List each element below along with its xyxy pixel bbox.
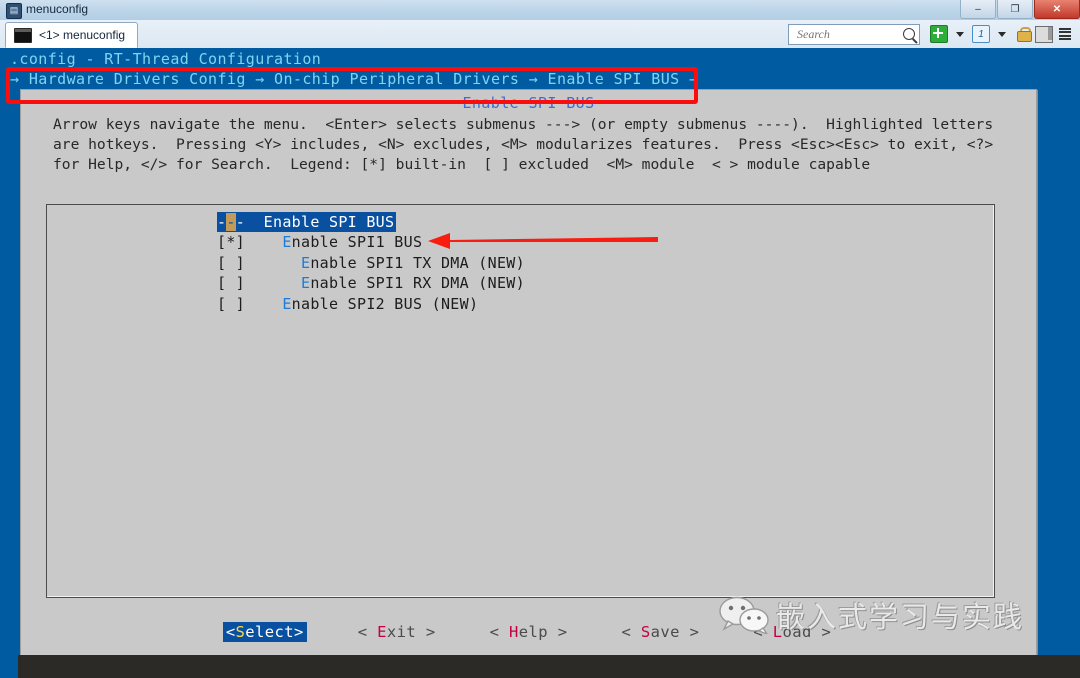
item-label: nable SPI1 BUS: [291, 233, 423, 252]
search-icon: [903, 28, 915, 40]
button-hotkey: H: [509, 623, 519, 641]
button-hotkey: S: [235, 623, 246, 641]
panel-toggle-icon: [1035, 25, 1053, 43]
close-button[interactable]: ✕: [1034, 0, 1080, 19]
menu-item[interactable]: [*] Enable SPI1 BUS: [217, 232, 525, 252]
button-hotkey: E: [377, 623, 387, 641]
minimize-button[interactable]: –: [960, 0, 996, 19]
lock-button[interactable]: [1014, 25, 1032, 43]
button-bracket: <: [357, 623, 378, 641]
menu-items: --- Enable SPI BUS [*] Enable SPI1 BUS[ ]…: [217, 212, 525, 314]
terminal-icon: [14, 27, 32, 43]
item-label: - Enable SPI BUS: [235, 213, 395, 231]
button-label: elect>: [245, 623, 304, 641]
menu-item[interactable]: [ ] Enable SPI2 BUS (NEW): [217, 294, 525, 314]
dialog-title: Enable SPI BUS: [462, 94, 595, 112]
help-line: are hotkeys. Pressing <Y> includes, <N> …: [53, 136, 994, 153]
button-bracket: <: [753, 623, 773, 641]
window-title: menuconfig: [26, 2, 89, 16]
chevron-down-icon: [956, 31, 964, 37]
search-box[interactable]: [788, 24, 920, 45]
item-hotkey: -: [226, 213, 236, 231]
item-hotkey: E: [282, 233, 292, 252]
button-hotkey: L: [772, 623, 783, 641]
config-header: .config - RT-Thread Configuration: [10, 50, 322, 68]
new-session-button[interactable]: [930, 25, 948, 43]
help-line: for Help, </> for Search. Legend: [*] bu…: [53, 156, 871, 173]
button-bracket: <: [489, 623, 510, 641]
panel-toggle-button[interactable]: [1035, 25, 1053, 43]
new-session-dropdown[interactable]: [951, 25, 969, 43]
menu-item[interactable]: [ ] Enable SPI1 RX DMA (NEW): [217, 273, 525, 293]
button-bracket: <: [621, 623, 641, 641]
hamburger-menu-icon: [1059, 27, 1071, 41]
item-marker: [ ]: [217, 294, 283, 313]
button-bracket: <: [225, 623, 236, 641]
item-hotkey: E: [300, 274, 311, 293]
session-number-icon: 1: [972, 25, 990, 43]
item-marker: [ ]: [217, 253, 301, 272]
button-label: oad >: [782, 623, 832, 641]
item-hotkey: E: [300, 253, 311, 272]
exit-button[interactable]: < Exit >: [355, 622, 439, 642]
item-marker: [ ]: [217, 274, 301, 293]
search-input[interactable]: [795, 26, 899, 43]
menu-list-box: --- Enable SPI BUS [*] Enable SPI1 BUS[ ]…: [46, 204, 995, 598]
button-label: xit >: [386, 623, 436, 641]
save-button[interactable]: < Save >: [618, 622, 702, 642]
item-label: nable SPI1 RX DMA (NEW): [310, 274, 525, 293]
help-button[interactable]: < Help >: [487, 622, 571, 642]
help-text: Arrow keys navigate the menu. <Enter> se…: [53, 115, 1013, 175]
item-label: nable SPI1 TX DMA (NEW): [310, 253, 525, 272]
lock-icon: [1016, 26, 1032, 42]
button-label: ave >: [650, 623, 700, 641]
terminal-window-icon: ▤: [6, 3, 22, 19]
item-hotkey: E: [282, 294, 292, 313]
button-hotkey: S: [640, 623, 651, 641]
window-title-bar: ▤ menuconfig – ❐ ✕: [0, 0, 1080, 21]
item-label: nable SPI2 BUS (NEW): [291, 294, 479, 313]
toolbar-icons: 1: [930, 23, 1074, 45]
breadcrumb: → Hardware Drivers Config → On-chip Peri…: [10, 70, 699, 88]
menu-button[interactable]: [1056, 25, 1074, 43]
terminal-screen: .config - RT-Thread Configuration → Hard…: [0, 48, 1080, 657]
plus-icon: [930, 25, 948, 43]
screen-root: ▤ menuconfig – ❐ ✕ <1> menuconfig 1: [0, 0, 1080, 678]
button-bar: <Select> < Exit > < Help > < Save > < Load >: [21, 622, 1036, 642]
help-line: Arrow keys navigate the menu. <Enter> se…: [53, 116, 994, 133]
menuconfig-dialog: Enable SPI BUS Arrow keys navigate the m…: [20, 89, 1037, 657]
session-dropdown[interactable]: [993, 25, 1011, 43]
item-marker: [*]: [217, 233, 283, 252]
menu-item[interactable]: [ ] Enable SPI1 TX DMA (NEW): [217, 253, 525, 273]
chevron-down-icon: [998, 31, 1006, 37]
tab-strip: <1> menuconfig 1: [0, 20, 1080, 49]
button-label: elp >: [518, 623, 568, 641]
item-marker: -: [217, 213, 227, 231]
menu-item[interactable]: --- Enable SPI BUS: [217, 212, 397, 233]
tab-label: <1> menuconfig: [39, 28, 126, 42]
tab-menuconfig[interactable]: <1> menuconfig: [5, 22, 139, 48]
status-bar: [0, 655, 1080, 678]
select-button[interactable]: <Select>: [222, 622, 307, 642]
session-count-button[interactable]: 1: [972, 25, 990, 43]
terminal-edge: [0, 655, 18, 678]
maximize-button[interactable]: ❐: [997, 0, 1033, 19]
window-controls: – ❐ ✕: [959, 0, 1080, 19]
load-button[interactable]: < Load >: [750, 622, 834, 642]
